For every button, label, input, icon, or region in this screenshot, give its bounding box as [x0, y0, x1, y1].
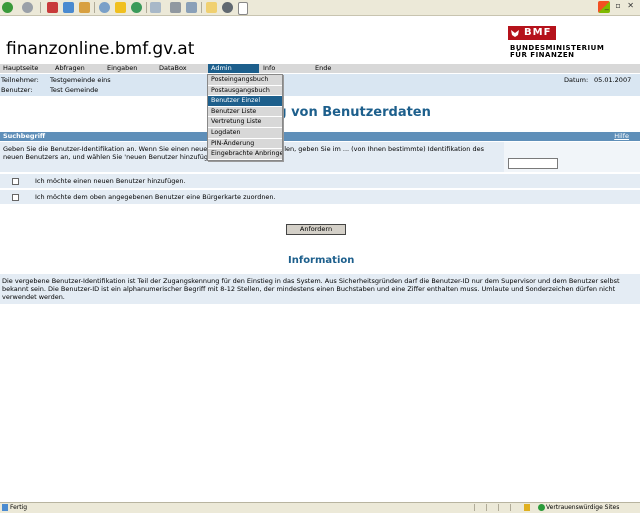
folder-icon[interactable] [206, 2, 217, 13]
nav-databox[interactable]: DataBox [156, 64, 208, 73]
menu-benutzer-liste[interactable]: Benutzer Liste [208, 107, 282, 118]
menu-logdaten[interactable]: Logdaten [208, 128, 282, 139]
nav-abfragen[interactable]: Abfragen [52, 64, 104, 73]
site-title: finanzonline.bmf.gv.at [6, 39, 195, 59]
messenger-icon[interactable] [222, 2, 233, 13]
assign-card-row: Ich möchte dem oben angegebenen Benutzer… [0, 190, 640, 204]
nav-admin[interactable]: Admin [208, 64, 259, 73]
add-user-row: Ich möchte einen neuen Benutzer hinzufüg… [0, 174, 640, 188]
search-label: Suchbegriff [3, 132, 46, 140]
user-value: Test Gemeinde [50, 86, 99, 94]
home-icon[interactable] [79, 2, 90, 13]
menu-postausgangsbuch[interactable]: Postausgangsbuch [208, 86, 282, 97]
date-label: Datum: [564, 76, 589, 84]
instruction-row: Geben Sie die Benutzer-Identifikation an… [0, 142, 640, 172]
history-icon[interactable] [131, 2, 142, 13]
input-cell [504, 142, 640, 172]
assign-card-label: Ich möchte dem oben angegebenen Benutzer… [35, 193, 276, 201]
page-status-icon [2, 504, 8, 511]
add-user-checkbox[interactable] [12, 178, 19, 185]
search-icon[interactable] [99, 2, 110, 13]
trusted-zone-icon [538, 504, 545, 511]
nav-eingaben[interactable]: Eingaben [104, 64, 156, 73]
status-text: Fertig [10, 504, 28, 511]
main-nav: Hauptseite Abfragen Eingaben DataBox Adm… [0, 64, 640, 73]
lock-icon [524, 504, 530, 511]
menu-posteingangsbuch[interactable]: Posteingangsbuch [208, 75, 282, 86]
user-info-bar: Teilnehmer: Testgemeinde eins Benutzer: … [0, 74, 640, 96]
menu-eingebrachte-anbringen[interactable]: Eingebrachte Anbringen [208, 149, 282, 160]
add-user-label: Ich möchte einen neuen Benutzer hinzufüg… [35, 177, 186, 185]
user-label: Benutzer: [1, 86, 33, 94]
participant-label: Teilnehmer: [1, 76, 39, 84]
page-heading: ng von Benutzerdaten [268, 105, 431, 120]
edit-icon[interactable] [186, 2, 197, 13]
page-icon[interactable] [238, 2, 248, 15]
menu-pin-aenderung[interactable]: PIN-Änderung [208, 139, 282, 150]
forward-icon[interactable] [22, 2, 33, 13]
information-panel: Die vergebene Benutzer-Identifikation is… [0, 274, 640, 304]
logo-abbr: BMF [524, 27, 552, 38]
security-zone-text: Vertrauenswürdige Sites [546, 504, 620, 511]
browser-statusbar: Fertig Vertrauenswürdige Sites [0, 502, 640, 513]
menu-benutzer-einzel[interactable]: Benutzer Einzel [208, 96, 282, 107]
eagle-icon [511, 30, 519, 37]
stop-icon[interactable] [47, 2, 58, 13]
search-section-header: Suchbegriff Hilfe [0, 132, 640, 141]
back-icon[interactable] [2, 2, 13, 13]
menu-vertretung-liste[interactable]: Vertretung Liste [208, 117, 282, 128]
request-button[interactable]: Anfordern [286, 224, 346, 235]
admin-dropdown-menu: Posteingangsbuch Postausgangsbuch Benutz… [207, 74, 283, 161]
bmf-logo: BMF [508, 26, 556, 40]
user-id-input[interactable] [508, 158, 558, 169]
help-link[interactable]: Hilfe [614, 132, 629, 141]
refresh-icon[interactable] [63, 2, 74, 13]
nav-ende[interactable]: Ende [312, 64, 364, 73]
nav-hauptseite[interactable]: Hauptseite [0, 64, 52, 73]
print-icon[interactable] [170, 2, 181, 13]
window-controls[interactable]: _ ▫ ✕ [605, 1, 636, 10]
nav-info[interactable]: Info [260, 64, 312, 73]
browser-toolbar: _ ▫ ✕ [0, 0, 640, 16]
information-text: Die vergebene Benutzer-Identifikation is… [2, 277, 620, 301]
date-value: 05.01.2007 [594, 76, 632, 84]
favorites-icon[interactable] [115, 2, 126, 13]
logo-line-2: FÜR FINANZEN [510, 51, 575, 59]
mail-icon[interactable] [150, 2, 161, 13]
information-heading: Information [288, 255, 355, 266]
participant-value: Testgemeinde eins [50, 76, 111, 84]
assign-card-checkbox[interactable] [12, 194, 19, 201]
